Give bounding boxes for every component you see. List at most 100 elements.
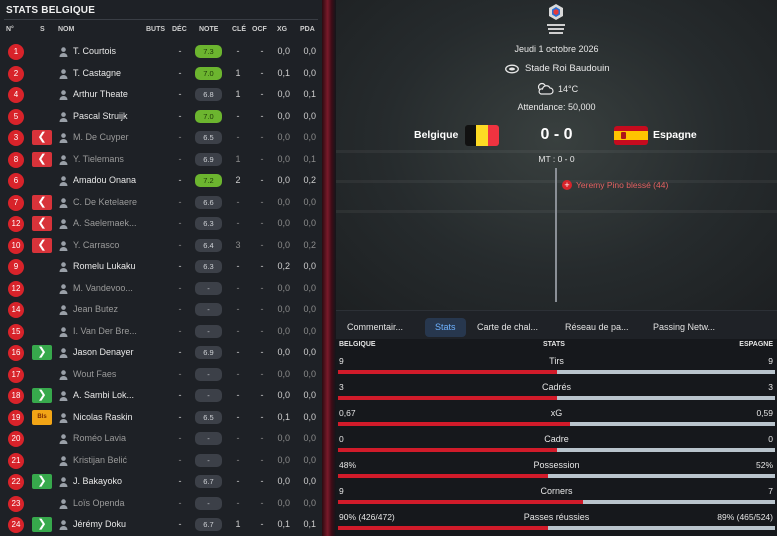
panel-divider xyxy=(322,0,336,536)
header-buts[interactable]: BUTS xyxy=(146,26,165,33)
player-row[interactable]: 12 ❮ A. Saelemaek... - 6.3 - - 0,0 0,0 xyxy=(0,213,322,235)
player-row[interactable]: 23 Loïs Openda - - - - 0,0 0,0 xyxy=(0,493,322,515)
injury-badge: Bls xyxy=(32,409,52,425)
player-name[interactable]: Amadou Onana xyxy=(73,175,145,185)
expected-assists: 0,0 xyxy=(303,390,316,400)
header-name[interactable]: NOM xyxy=(58,26,74,33)
player-row[interactable]: 9 Romelu Lukaku - 6.3 - - 0,2 0,0 xyxy=(0,256,322,278)
player-row[interactable]: 7 ❮ C. De Ketelaere - 6.6 - - 0,0 0,0 xyxy=(0,192,322,214)
player-row[interactable]: 19 Bls Nicolas Raskin - 6.5 - - 0,1 0,0 xyxy=(0,407,322,429)
player-name[interactable]: Wout Faes xyxy=(73,369,145,379)
key-passes: - xyxy=(236,411,240,422)
player-name[interactable]: Y. Tielemans xyxy=(73,154,145,164)
expected-assists: 0,2 xyxy=(303,175,316,185)
player-row[interactable]: 17 Wout Faes - - - - 0,0 0,0 xyxy=(0,364,322,386)
expected-goals: 0,0 xyxy=(277,282,290,293)
key-passes: - xyxy=(236,368,240,379)
player-name[interactable]: I. Van Der Bre... xyxy=(73,326,145,336)
assists: - xyxy=(178,433,182,443)
shirt-number: 16 xyxy=(8,345,24,361)
player-icon xyxy=(59,154,68,165)
substituted-on-icon: ❯ xyxy=(32,388,52,403)
away-team-name[interactable]: Espagne xyxy=(653,129,697,141)
rating-badge: 6.8 xyxy=(195,88,222,101)
tab-stats[interactable]: Stats xyxy=(425,318,466,337)
player-row[interactable]: 8 ❮ Y. Tielemans - 6.9 1 - 0,0 0,1 xyxy=(0,149,322,171)
player-row[interactable]: 15 I. Van Der Bre... - - - - 0,0 0,0 xyxy=(0,321,322,343)
rating-badge: 7.0 xyxy=(195,66,222,80)
player-name[interactable]: A. Sambi Lok... xyxy=(73,390,145,400)
player-name[interactable]: M. Vandevoo... xyxy=(73,283,145,293)
player-row[interactable]: 4 Arthur Theate - 6.8 1 - 0,0 0,1 xyxy=(0,84,322,106)
player-name[interactable]: Romelu Lukaku xyxy=(73,261,145,271)
tab-pass-network[interactable]: Réseau de pa... xyxy=(565,318,629,337)
header-dec[interactable]: DÉC xyxy=(172,26,187,33)
expected-goals: 0,0 xyxy=(277,239,290,250)
player-row[interactable]: 2 T. Castagne - 7.0 1 - 0,1 0,0 xyxy=(0,63,322,85)
expected-goals: 0,0 xyxy=(277,218,290,228)
rating-badge: - xyxy=(195,496,222,510)
player-row[interactable]: 1 T. Courtois - 7.3 - - 0,0 0,0 xyxy=(0,41,322,63)
header-xg[interactable]: XG xyxy=(277,26,287,33)
tab-commentary[interactable]: Commentair... xyxy=(347,318,403,337)
player-row[interactable]: 10 ❮ Y. Carrasco - 6.4 3 - 0,0 0,2 xyxy=(0,235,322,257)
player-row[interactable]: 16 ❯ Jason Denayer - 6.9 - - 0,0 0,0 xyxy=(0,342,322,364)
expected-assists: 0,0 xyxy=(303,347,316,357)
player-name[interactable]: C. De Ketelaere xyxy=(73,197,145,207)
comparison-bar xyxy=(338,448,775,452)
header-pda[interactable]: PDA xyxy=(300,26,315,33)
player-name[interactable]: T. Courtois xyxy=(73,46,145,56)
player-icon xyxy=(59,68,68,79)
assists: - xyxy=(178,110,182,121)
player-name[interactable]: Jean Butez xyxy=(73,304,145,314)
player-name[interactable]: Loïs Openda xyxy=(73,498,145,508)
tab-chalkboard[interactable]: Carte de chal... xyxy=(477,318,538,337)
player-name[interactable]: J. Bakayoko xyxy=(73,476,145,486)
title-divider xyxy=(4,19,318,20)
clear-chances: - xyxy=(260,218,264,228)
player-name[interactable]: Jérémy Doku xyxy=(73,519,145,529)
substituted-on-icon: ❯ xyxy=(32,474,52,489)
expected-assists: 0,0 xyxy=(303,454,316,465)
player-name[interactable]: Nicolas Raskin xyxy=(73,412,145,422)
assists: - xyxy=(178,261,182,271)
tab-passing-network[interactable]: Passing Netw... xyxy=(653,318,715,337)
player-row[interactable]: 18 ❯ A. Sambi Lok... - - - - 0,0 0,0 xyxy=(0,385,322,407)
player-row[interactable]: 12 M. Vandevoo... - - - - 0,0 0,0 xyxy=(0,278,322,300)
player-name[interactable]: Roméo Lavia xyxy=(73,433,145,443)
rating-badge: 6.9 xyxy=(195,346,222,359)
assists: - xyxy=(178,390,182,400)
player-row[interactable]: 5 Pascal Struijk - 7.0 - - 0,0 0,0 xyxy=(0,106,322,128)
player-row[interactable]: 22 ❯ J. Bakayoko - 6.7 - - 0,0 0,0 xyxy=(0,471,322,493)
key-passes: - xyxy=(236,433,240,443)
clear-chances: - xyxy=(260,261,264,271)
spain-flag-icon xyxy=(614,126,648,145)
player-name[interactable]: Arthur Theate xyxy=(73,89,145,99)
player-row[interactable]: 6 Amadou Onana - 7.2 2 - 0,0 0,2 xyxy=(0,170,322,192)
player-name[interactable]: T. Castagne xyxy=(73,68,145,78)
header-cle[interactable]: CLÉ xyxy=(232,26,246,33)
player-row[interactable]: 21 Kristijan Belić - - - - 0,0 0,0 xyxy=(0,450,322,472)
player-name[interactable]: Jason Denayer xyxy=(73,347,145,357)
player-name[interactable]: Kristijan Belić xyxy=(73,455,145,465)
match-event[interactable]: Yeremy Pino blessé (44) xyxy=(576,180,668,190)
shirt-number: 9 xyxy=(8,259,24,275)
clear-chances: - xyxy=(260,175,264,185)
player-name[interactable]: A. Saelemaek... xyxy=(73,218,145,228)
player-row[interactable]: 14 Jean Butez - - - - 0,0 0,0 xyxy=(0,299,322,321)
expected-assists: 0,0 xyxy=(303,325,316,336)
header-note[interactable]: NOTE xyxy=(199,26,218,33)
player-name[interactable]: Pascal Struijk xyxy=(73,111,145,121)
substituted-on-icon: ❯ xyxy=(32,517,52,532)
player-name[interactable]: M. De Cuyper xyxy=(73,132,145,142)
header-num[interactable]: N° xyxy=(6,26,14,33)
header-s[interactable]: S xyxy=(40,26,45,33)
player-name[interactable]: Y. Carrasco xyxy=(73,240,145,250)
panel-title: STATS BELGIQUE xyxy=(6,5,96,16)
player-row[interactable]: 20 Roméo Lavia - - - - 0,0 0,0 xyxy=(0,428,322,450)
player-row[interactable]: 3 ❮ M. De Cuyper - 6.5 - - 0,0 0,0 xyxy=(0,127,322,149)
assists: - xyxy=(178,132,182,142)
player-row[interactable]: 24 ❯ Jérémy Doku - 6.7 1 - 0,1 0,1 xyxy=(0,514,322,536)
header-ocf[interactable]: OCF xyxy=(252,26,267,33)
away-value: 0 xyxy=(768,434,773,444)
